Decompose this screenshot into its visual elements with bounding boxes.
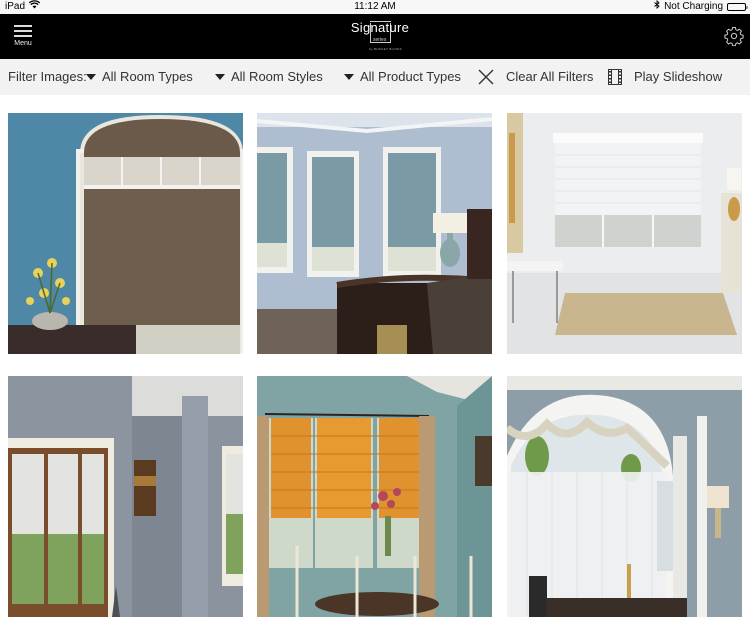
gallery-image[interactable] (257, 376, 492, 617)
room-types-value: All Room Types (102, 69, 193, 84)
gallery-image[interactable] (257, 113, 492, 354)
dropdown-triangle-icon (86, 74, 96, 80)
room-image-blue-bedroom (257, 113, 492, 354)
room-types-dropdown[interactable]: All Room Types (86, 59, 193, 95)
app-header: Menu Signature series by BUDGET BLINDS (0, 14, 750, 59)
play-slideshow-button[interactable]: Play Slideshow (608, 59, 722, 95)
status-time: 11:12 AM (354, 1, 396, 12)
room-image-orange-roman-shades (257, 376, 492, 617)
close-icon (478, 69, 494, 85)
play-slideshow-label: Play Slideshow (634, 69, 723, 84)
dropdown-triangle-icon (344, 74, 354, 80)
gallery-image[interactable] (507, 113, 742, 354)
room-styles-dropdown[interactable]: All Room Styles (215, 59, 323, 95)
clear-all-filters-label: Clear All Filters (506, 69, 594, 84)
filter-images-label: Filter Images: (8, 69, 87, 84)
product-types-dropdown[interactable]: All Product Types (344, 59, 461, 95)
product-types-value: All Product Types (360, 69, 461, 84)
filter-bar: Filter Images: All Room Types All Room S… (0, 59, 750, 95)
settings-button[interactable] (724, 26, 744, 47)
signature-series-logo: Signature series by BUDGET BLINDS (340, 21, 420, 53)
room-image-arched-window-sheers (507, 376, 742, 617)
menu-button[interactable]: Menu (10, 25, 36, 47)
room-image-gray-room-doors (8, 376, 243, 617)
status-bar: iPad 11:12 AM Not Charging (0, 0, 750, 14)
battery-icon (727, 3, 748, 11)
charging-status: Not Charging (664, 1, 723, 12)
logo-series: series (373, 37, 387, 43)
hamburger-icon (10, 25, 36, 37)
menu-label: Menu (14, 40, 32, 47)
dropdown-triangle-icon (215, 74, 225, 80)
room-styles-value: All Room Styles (231, 69, 323, 84)
gear-icon (724, 27, 744, 47)
logo-word: Signature (350, 20, 410, 35)
gallery-image[interactable] (8, 113, 243, 354)
clear-all-filters-button[interactable]: Clear All Filters (478, 59, 593, 95)
room-image-brown-cellular-shade (8, 113, 243, 354)
gallery-image[interactable] (8, 376, 243, 617)
bluetooth-icon (654, 0, 660, 14)
gallery-image[interactable] (507, 376, 742, 617)
logo-byline: by BUDGET BLINDS (369, 47, 402, 51)
film-strip-icon (608, 69, 622, 85)
room-image-white-room (507, 113, 742, 354)
